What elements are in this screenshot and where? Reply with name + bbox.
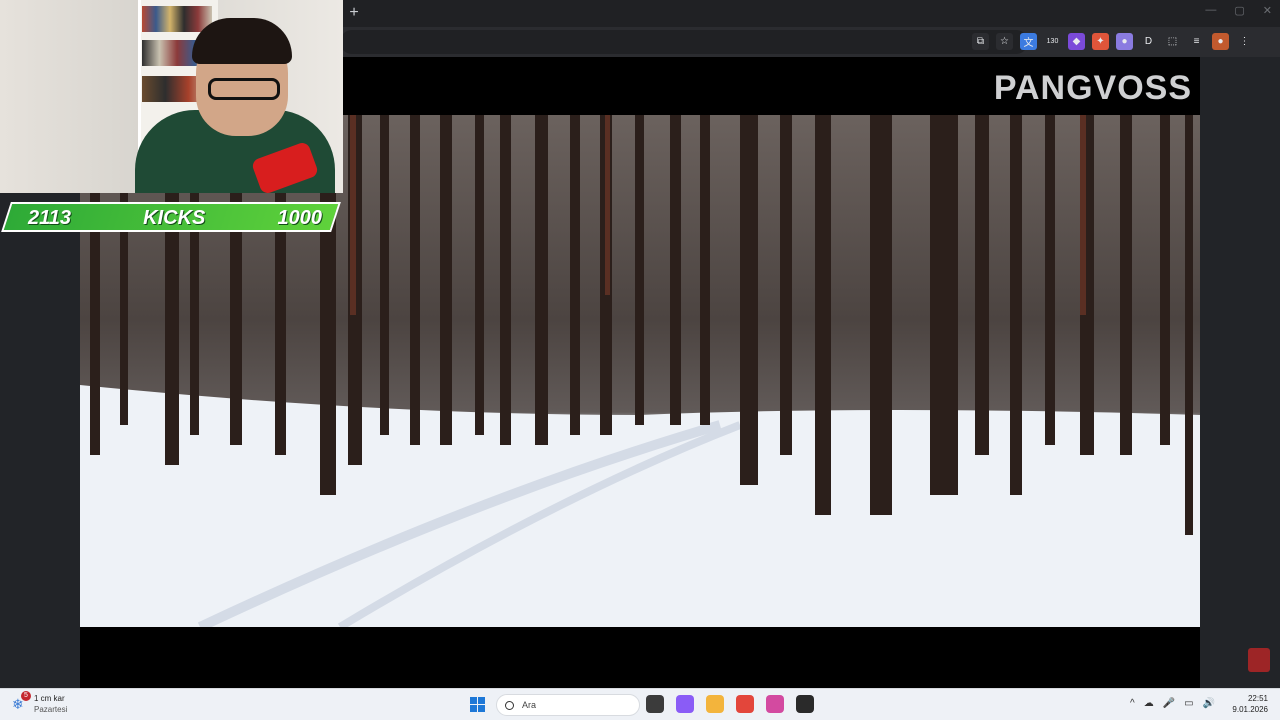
search-placeholder: Ara — [522, 700, 537, 710]
score-goal: 1000 — [277, 206, 323, 229]
channel-logo: PANGVOSS — [993, 69, 1192, 107]
puzzle-extensions-icon[interactable]: ⬚ — [1164, 33, 1181, 50]
obs-icon[interactable] — [796, 695, 814, 713]
clock-time: 22:51 — [1247, 694, 1268, 703]
toolbar-icons: ⧉ ☆ 文 130 ◆ ✦ ● D ⬚ ≡ ● ⋮ — [972, 33, 1253, 50]
close-button[interactable]: ✕ — [1263, 4, 1272, 17]
volume-icon[interactable]: 🔊 — [1203, 698, 1215, 709]
weather-day: Pazartesi — [34, 705, 68, 714]
tray-overflow-icon[interactable]: ^ — [1130, 698, 1135, 709]
corner-watermark-logo — [1248, 648, 1270, 672]
weather-text: 1 cm kar Pazartesi — [34, 693, 67, 715]
chrome-icon[interactable] — [736, 695, 754, 713]
shield-extension-icon[interactable]: ◆ — [1068, 33, 1085, 50]
weather-widget[interactable]: ❄ 5 1 cm kar Pazartesi — [12, 691, 67, 715]
taskbar-search[interactable]: Ara — [496, 694, 640, 716]
network-icon[interactable]: ▭ — [1184, 698, 1193, 709]
maximize-button[interactable]: ▢ — [1234, 4, 1244, 17]
new-tab-button[interactable]: + — [346, 5, 362, 21]
task-view-icon[interactable] — [646, 695, 664, 713]
books-row — [142, 6, 212, 32]
windows-logo-tile — [478, 697, 485, 704]
notification-badge: 5 — [21, 691, 31, 701]
windows-logo-tile — [478, 705, 485, 712]
fox-extension-icon[interactable]: ✦ — [1092, 33, 1109, 50]
translate-extension-icon[interactable]: 文 — [1020, 33, 1037, 50]
bookmark-star-icon[interactable]: ☆ — [996, 33, 1013, 50]
cloud-extension-icon[interactable]: ● — [1116, 33, 1133, 50]
system-tray: ^ ☁ 🎤 ▭ 🔊 — [1130, 698, 1215, 709]
kicks-score-row: 2113 KICKS 1000 — [20, 205, 330, 231]
streamer-hair — [192, 18, 292, 64]
address-bar[interactable] — [340, 30, 1028, 54]
score-current: 2113 — [28, 206, 72, 229]
counter-extension-icon[interactable]: 130 — [1044, 33, 1061, 50]
clock-date: 9.01.2026 — [1232, 705, 1268, 714]
menu-dots-icon[interactable]: ⋮ — [1236, 33, 1253, 50]
cast-icon[interactable]: ⧉ — [972, 33, 989, 50]
windows-logo-tile — [470, 705, 477, 712]
minimize-button[interactable]: — — [1205, 4, 1216, 17]
webcam-overlay — [0, 0, 343, 193]
taskbar-clock[interactable]: 22:51 9.01.2026 — [1232, 693, 1268, 715]
window-controls: — ▢ ✕ — [1205, 4, 1272, 17]
copilot-icon[interactable] — [676, 695, 694, 713]
onedrive-icon[interactable]: ☁ — [1144, 698, 1154, 709]
microphone-icon[interactable]: 🎤 — [1163, 698, 1175, 709]
file-explorer-icon[interactable] — [706, 695, 724, 713]
pinned-apps — [646, 695, 814, 713]
snipping-tool-icon[interactable] — [766, 695, 784, 713]
reading-list-icon[interactable]: ≡ — [1188, 33, 1205, 50]
snow-weather-icon: ❄ 5 — [12, 691, 31, 712]
weather-condition: 1 cm kar — [34, 694, 65, 703]
d-extension-icon[interactable]: D — [1140, 33, 1157, 50]
desktop-screen: + — ▢ ✕ ⧉ ☆ 文 130 ◆ ✦ ● D ⬚ ≡ ● ⋮ PANGVOSS — [0, 0, 1280, 720]
streamer-glasses — [208, 78, 280, 100]
start-button[interactable] — [470, 697, 485, 712]
search-icon — [505, 700, 514, 710]
score-label: KICKS — [143, 206, 206, 229]
windows-taskbar: ❄ 5 1 cm kar Pazartesi Ara ^ ☁ 🎤 ▭ 🔊 22:… — [0, 688, 1280, 720]
windows-logo-tile — [470, 697, 477, 704]
profile-avatar-icon[interactable]: ● — [1212, 33, 1229, 50]
